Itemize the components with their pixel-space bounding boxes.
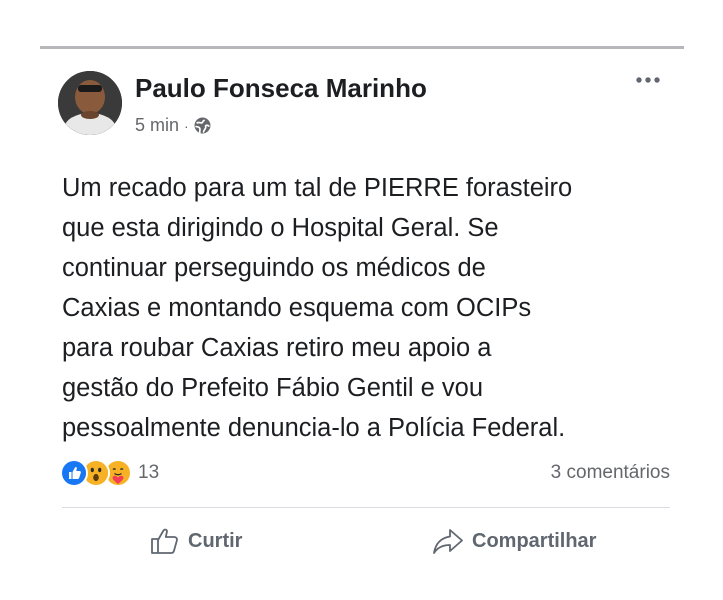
share-button[interactable]: Compartilhar	[432, 527, 596, 555]
like-button[interactable]: Curtir	[150, 527, 242, 555]
comments-count-link[interactable]: 3 comentários	[551, 462, 670, 484]
post-timestamp[interactable]: 5 min	[135, 115, 179, 136]
post-text-line: continuar perseguindo os médicos de	[62, 254, 486, 282]
post-text-line: pessoalmente denuncia-lo a Polícia Feder…	[62, 414, 566, 442]
share-button-label: Compartilhar	[472, 529, 597, 552]
more-options-icon[interactable]	[633, 70, 663, 90]
thumbs-up-icon	[150, 527, 180, 555]
actions-divider	[62, 507, 670, 508]
reactions-summary[interactable]: 13	[60, 459, 159, 487]
like-reaction-icon	[60, 459, 88, 487]
author-name[interactable]: Paulo Fonseca Marinho	[135, 73, 427, 104]
meta-separator: ·	[184, 117, 189, 134]
share-arrow-icon	[432, 527, 464, 555]
reaction-count: 13	[138, 462, 160, 483]
post-meta: 5 min ·	[135, 115, 211, 136]
avatar-photo	[58, 71, 122, 135]
post-text-line: Um recado para um tal de PIERRE forastei…	[62, 174, 573, 202]
post-text-line: para roubar Caxias retiro meu apoio a	[62, 334, 492, 362]
facebook-post: Paulo Fonseca Marinho 5 min · Um recado …	[0, 0, 723, 600]
author-avatar[interactable]	[58, 71, 122, 135]
like-button-label: Curtir	[188, 529, 243, 552]
post-text-line: que esta dirigindo o Hospital Geral. Se	[62, 214, 499, 242]
post-text-line: gestão do Prefeito Fábio Gentil e vou	[62, 374, 484, 402]
post-text-line: Caxias e montando esquema com OCIPs	[62, 294, 532, 322]
post-body: Um recado para um tal de PIERRE forastei…	[62, 168, 702, 448]
globe-icon[interactable]	[194, 117, 211, 134]
